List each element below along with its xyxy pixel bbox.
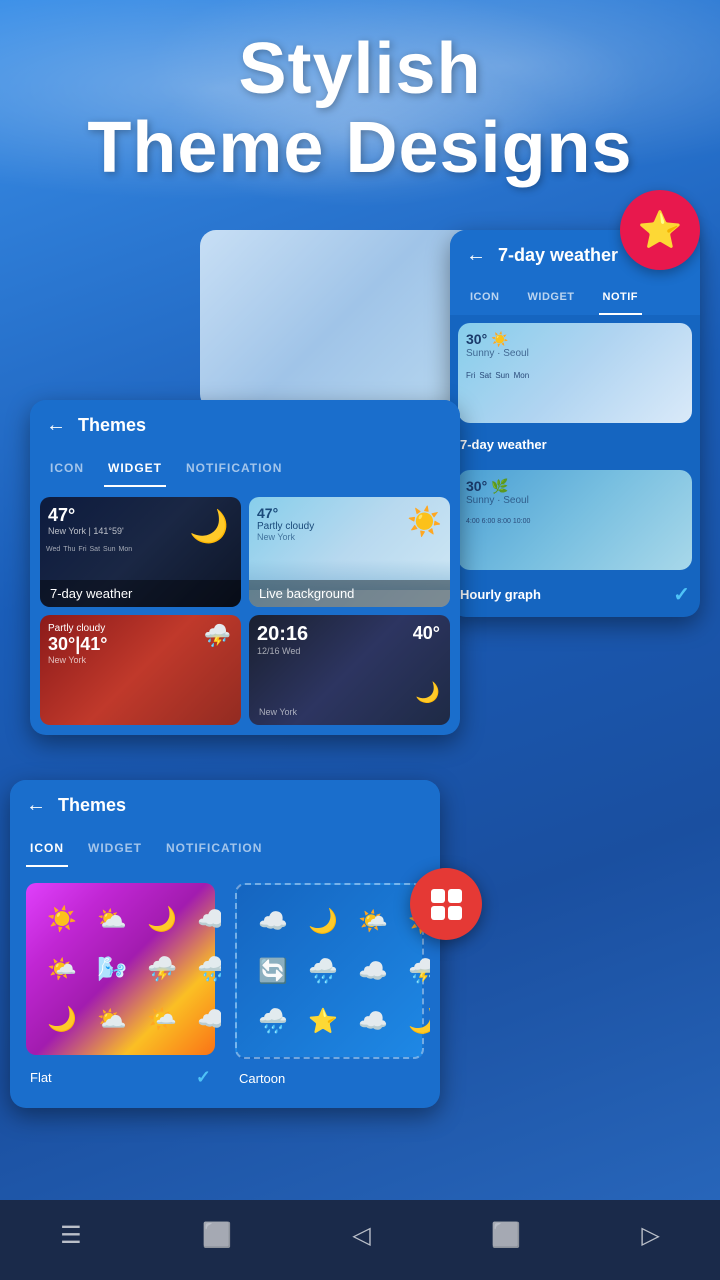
tab-notification-mid[interactable]: NOTIFICATION [182, 451, 286, 487]
thunder-loc: New York [48, 655, 233, 665]
nav-back[interactable]: ◁ [352, 1221, 370, 1250]
cartoon-theme-footer: Cartoon [229, 1065, 430, 1096]
cartoon-icon-grid: ☁️ 🌙 🌤️ ☀️ 🔄 🌧️ ☁️ ⛈️ 🌧️ ⭐ ☁️ 🌙 [243, 891, 416, 1051]
theme-card-night[interactable]: 47° New York | 141°59' 🌙 WedThuFriSatSun… [40, 497, 241, 607]
flat-icon-1: ☀️ [40, 897, 84, 941]
flat-theme-block[interactable]: ☀️ ⛅ 🌙 ☁️ 🌤️ 🌬️ ⛈️ 🌧️ 🌙 ⛅ 🌤️ ☁️ Flat ✓ [20, 877, 221, 1098]
back-arrow-bottom[interactable]: ← [26, 794, 46, 817]
star-icon: ⭐ [638, 209, 683, 251]
cartoon-icon-12: 🌙 [401, 999, 430, 1043]
flat-icon-7: ⛈️ [140, 947, 184, 991]
recents-icon: ⬜ [491, 1221, 521, 1250]
icon-themes-panel: ← Themes ICON WIDGET NOTIFICATION ☀️ ⛅ 🌙… [10, 780, 440, 1108]
theme-card-live[interactable]: 47° Partly cloudy New York ☀️ Live backg… [249, 497, 450, 607]
theme-card-thunder[interactable]: Partly cloudy 30°|41° New York ⛈️ [40, 615, 241, 725]
moon-icon: 🌙 [189, 507, 229, 545]
cartoon-icon-2: 🌙 [301, 899, 345, 943]
flat-check-icon: ✓ [196, 1067, 211, 1088]
cartoon-icon-5: 🔄 [251, 949, 295, 993]
tab-notification-back[interactable]: NOTIF [599, 281, 643, 315]
flat-icon-4: ☁️ [190, 897, 221, 941]
cartoon-icon-7: ☁️ [351, 949, 395, 993]
cartoon-icon-10: ⭐ [301, 999, 345, 1043]
tab-widget-bottom[interactable]: WIDGET [84, 831, 146, 867]
flat-icon-8: 🌧️ [190, 947, 221, 991]
flat-theme-name: Flat [30, 1070, 52, 1085]
panel-bottom-header: ← Themes [10, 780, 440, 831]
forward-icon: ▷ [641, 1221, 659, 1250]
dark-loc: 🌙 [415, 680, 440, 705]
hourly-label: Hourly graph [460, 587, 541, 602]
cartoon-icon-9: 🌧️ [251, 999, 295, 1043]
star-badge[interactable]: ⭐ [620, 190, 700, 270]
hero-line2: Theme Designs [0, 109, 720, 188]
nav-forward[interactable]: ▷ [641, 1221, 659, 1250]
night-card-label: 7-day weather [40, 580, 241, 607]
weather-card-7day-back: 30° ☀️ Sunny · Seoul FriSatSunMon [458, 323, 692, 423]
back-icon: ◁ [352, 1221, 370, 1250]
thunder-icon: ⛈️ [204, 623, 231, 649]
flat-icon-grid: ☀️ ⛅ 🌙 ☁️ 🌤️ 🌬️ ⛈️ 🌧️ 🌙 ⛅ 🌤️ ☁️ [32, 889, 209, 1049]
weather-card-hourly: 30° 🌿 Sunny · Seoul 4:006:008:0010:00 [458, 470, 692, 570]
flat-icon-9: 🌙 [40, 997, 84, 1041]
dark-loc-text: New York [259, 707, 297, 717]
theme-cards-grid: 47° New York | 141°59' 🌙 WedThuFriSatSun… [30, 487, 460, 735]
cartoon-theme-preview: ☁️ 🌙 🌤️ ☀️ 🔄 🌧️ ☁️ ⛈️ 🌧️ ⭐ ☁️ 🌙 [235, 883, 424, 1059]
check-icon: ✓ [673, 582, 690, 607]
menu-icon: ☰ [60, 1221, 82, 1250]
flat-icon-11: 🌤️ [140, 997, 184, 1041]
flat-icon-10: ⛅ [90, 997, 134, 1041]
home-icon: ⬜ [202, 1221, 232, 1250]
tab-icon-back[interactable]: ICON [466, 281, 504, 315]
sun-icon: ☀️ [407, 505, 442, 538]
flat-icon-5: 🌤️ [40, 947, 84, 991]
panel-back-tabs: ICON WIDGET NOTIF [450, 281, 700, 315]
navigation-bar: ☰ ⬜ ◁ ⬜ ▷ [0, 1200, 720, 1280]
live-card-label: Live background [249, 580, 450, 607]
fab-grid-icon [431, 889, 462, 920]
cartoon-icon-8: ⛈️ [401, 949, 430, 993]
flat-icon-3: 🌙 [140, 897, 184, 941]
hero-title: Stylish Theme Designs [0, 30, 720, 188]
nav-home[interactable]: ⬜ [202, 1221, 232, 1250]
flat-theme-footer: Flat ✓ [20, 1061, 221, 1098]
tab-icon-mid[interactable]: ICON [46, 451, 88, 487]
tab-widget-back[interactable]: WIDGET [524, 281, 579, 315]
tab-icon-bottom[interactable]: ICON [26, 831, 68, 867]
cartoon-theme-block[interactable]: ☁️ 🌙 🌤️ ☀️ 🔄 🌧️ ☁️ ⛈️ 🌧️ ⭐ ☁️ 🌙 Cartoon [229, 877, 430, 1098]
panel-back-title: 7-day weather [498, 245, 618, 266]
nav-recents[interactable]: ⬜ [491, 1221, 521, 1250]
back-arrow-icon[interactable]: ← [466, 244, 486, 267]
decorative-panel [200, 230, 480, 410]
panel-mid-tabs: ICON WIDGET NOTIFICATION [30, 451, 460, 487]
tab-widget-mid[interactable]: WIDGET [104, 451, 166, 487]
notification-panel: ← 7-day weather ICON WIDGET NOTIF 30° ☀️… [450, 230, 700, 617]
cartoon-theme-name: Cartoon [239, 1071, 285, 1086]
cartoon-icon-1: ☁️ [251, 899, 295, 943]
tab-notification-bottom[interactable]: NOTIFICATION [162, 831, 266, 867]
cartoon-icon-6: 🌧️ [301, 949, 345, 993]
dark-temp: 40° [413, 623, 440, 644]
flat-icon-2: ⛅ [90, 897, 134, 941]
cartoon-icon-3: 🌤️ [351, 899, 395, 943]
card-label-7day-back: 7-day weather [450, 431, 700, 462]
theme-card-dark[interactable]: 20:16 12/16 Wed 40° 🌙 New York [249, 615, 450, 725]
dark-date: 12/16 Wed [257, 646, 442, 656]
icon-theme-pair: ☀️ ⛅ 🌙 ☁️ 🌤️ 🌬️ ⛈️ 🌧️ 🌙 ⛅ 🌤️ ☁️ Flat ✓ [10, 867, 440, 1108]
hourly-card-footer: Hourly graph ✓ [450, 578, 700, 617]
flat-icon-12: ☁️ [190, 997, 221, 1041]
fab-grid-button[interactable] [410, 868, 482, 940]
cartoon-icon-11: ☁️ [351, 999, 395, 1043]
panel-bottom-tabs: ICON WIDGET NOTIFICATION [10, 831, 440, 867]
panel-bottom-title: Themes [58, 795, 126, 816]
flat-theme-preview: ☀️ ⛅ 🌙 ☁️ 🌤️ 🌬️ ⛈️ 🌧️ 🌙 ⛅ 🌤️ ☁️ [26, 883, 215, 1055]
themes-widget-panel: ← Themes ICON WIDGET NOTIFICATION 47° Ne… [30, 400, 460, 735]
hero-line1: Stylish [0, 30, 720, 109]
panel-mid-header: ← Themes [30, 400, 460, 451]
panel-mid-title: Themes [78, 415, 146, 436]
back-arrow-mid[interactable]: ← [46, 414, 66, 437]
flat-icon-6: 🌬️ [90, 947, 134, 991]
nav-menu[interactable]: ☰ [60, 1221, 82, 1250]
